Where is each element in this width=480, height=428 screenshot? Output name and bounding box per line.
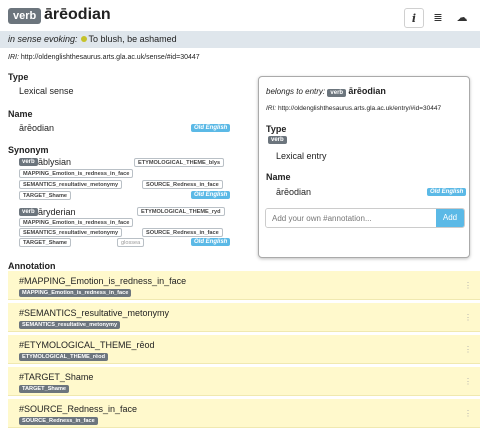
annotation-code: SOURCE_Redness_in_face: [19, 417, 98, 425]
entry-heading: belongs to entry: verb ārēodian: [266, 86, 386, 97]
synonym-1-chip-semantics[interactable]: SEMANTICS_resultative_metonymy: [19, 180, 123, 189]
synonym-1-chip-etym[interactable]: ETYMOLOGICAL_THEME_blys: [134, 158, 225, 167]
annotation-input[interactable]: [266, 209, 438, 227]
synonym-2-chip-glossea[interactable]: glossea: [117, 238, 145, 247]
synonym-2-chip-mapping[interactable]: MAPPING_Emotion_is_redness_in_face: [19, 218, 134, 227]
entry-card: belongs to entry: verb ārēodian IRI: htt…: [258, 76, 470, 258]
sense-label: in sense evoking:: [8, 34, 78, 44]
annotation-item[interactable]: #SOURCE_Redness_in_face SOURCE_Redness_i…: [8, 399, 480, 428]
annotation-item[interactable]: #TARGET_Shame TARGET_Shame ⋮: [8, 367, 480, 396]
sense-dot-icon: [80, 36, 87, 42]
entry-name-lang-badge: Old English: [427, 188, 467, 196]
synonym-2-pos: verb: [19, 208, 38, 216]
annotation-input-group: Add: [265, 208, 465, 228]
entry-iri: IRI: http://oldenglishthesaurus.arts.gla…: [266, 105, 441, 112]
more-options-icon[interactable]: ⋮: [464, 409, 472, 418]
synonym-1-chip-mapping[interactable]: MAPPING_Emotion_is_redness_in_face: [19, 169, 134, 178]
synonym-2-chip-semantics[interactable]: SEMANTICS_resultative_metonymy: [19, 228, 123, 237]
synonym-heading: Synonym: [8, 145, 49, 155]
cloud-icon[interactable]: ☁: [452, 8, 472, 28]
entry-label: belongs to entry:: [266, 87, 326, 96]
name-value: ārēodian: [19, 123, 55, 133]
entry-name-value: ārēodian: [276, 187, 312, 197]
entry-type-heading: Type: [266, 124, 287, 134]
synonym-2-word[interactable]: āryderian: [38, 207, 76, 217]
synonym-1-chip-target[interactable]: TARGET_Shame: [19, 191, 72, 200]
iri-url[interactable]: http://oldenglishthesaurus.arts.gla.ac.u…: [21, 54, 200, 61]
pos-badge: verb: [8, 8, 42, 24]
page-header: verb ārēodian i ≣ ☁: [8, 6, 472, 28]
annotation-code: MAPPING_Emotion_is_redness_in_face: [19, 289, 132, 297]
more-options-icon[interactable]: ⋮: [464, 281, 472, 290]
synonym-2-chip-etym[interactable]: ETYMOLOGICAL_THEME_ryd: [137, 207, 225, 216]
annotation-item[interactable]: #SEMANTICS_resultative_metonymy SEMANTIC…: [8, 303, 480, 332]
annotation-code: ETYMOLOGICAL_THEME_rēod: [19, 353, 108, 361]
annotation-code: TARGET_Shame: [19, 385, 70, 393]
annotation-heading: Annotation: [8, 261, 56, 271]
sense-text[interactable]: To blush, be ashamed: [89, 34, 177, 44]
annotation-name[interactable]: #ETYMOLOGICAL_THEME_rēod: [19, 340, 155, 350]
synonym-1-chip-source[interactable]: SOURCE_Redness_in_face: [142, 180, 223, 189]
page-title: ārēodian: [44, 6, 111, 23]
more-options-icon[interactable]: ⋮: [464, 377, 472, 386]
name-lang-badge: Old English: [191, 124, 231, 132]
sense-bar: in sense evoking: To blush, be ashamed: [0, 31, 480, 48]
add-annotation-button[interactable]: Add: [436, 209, 464, 227]
synonym-1-lang-badge: Old English: [191, 191, 231, 199]
entry-name-heading: Name: [266, 172, 291, 182]
entry-pos-badge: verb: [327, 89, 347, 97]
name-heading: Name: [8, 109, 33, 119]
entry-iri-label: IRI:: [266, 105, 277, 112]
annotation-name[interactable]: #MAPPING_Emotion_is_redness_in_face: [19, 276, 186, 286]
annotation-item[interactable]: #MAPPING_Emotion_is_redness_in_face MAPP…: [8, 271, 480, 300]
annotation-item[interactable]: #ETYMOLOGICAL_THEME_rēod ETYMOLOGICAL_TH…: [8, 335, 480, 364]
list-icon[interactable]: ≣: [428, 8, 448, 28]
more-options-icon[interactable]: ⋮: [464, 313, 472, 322]
synonym-2-lang-badge: Old English: [191, 238, 231, 246]
synonym-2-chip-target[interactable]: TARGET_Shame: [19, 238, 72, 247]
annotation-name[interactable]: #SEMANTICS_resultative_metonymy: [19, 308, 169, 318]
more-options-icon[interactable]: ⋮: [464, 345, 472, 354]
annotation-name[interactable]: #SOURCE_Redness_in_face: [19, 404, 137, 414]
iri-label: IRI:: [8, 54, 19, 61]
entry-type-pos-badge: verb: [268, 136, 287, 144]
type-heading: Type: [8, 72, 29, 82]
sense-iri: IRI: http://oldenglishthesaurus.arts.gla…: [8, 54, 200, 61]
toolbar: i ≣ ☁: [400, 8, 472, 28]
synonym-1-word[interactable]: āblysian: [38, 157, 71, 167]
entry-iri-url[interactable]: http://oldenglishthesaurus.arts.gla.ac.u…: [278, 105, 441, 112]
info-icon[interactable]: i: [404, 8, 424, 28]
synonym-2-chip-source[interactable]: SOURCE_Redness_in_face: [142, 228, 223, 237]
entry-word[interactable]: ārēodian: [348, 86, 386, 96]
type-value: Lexical sense: [19, 86, 74, 96]
synonym-1-pos: verb: [19, 158, 38, 166]
annotation-code: SEMANTICS_resultative_metonymy: [19, 321, 121, 329]
annotation-name[interactable]: #TARGET_Shame: [19, 372, 93, 382]
entry-type-value: Lexical entry: [276, 151, 327, 161]
